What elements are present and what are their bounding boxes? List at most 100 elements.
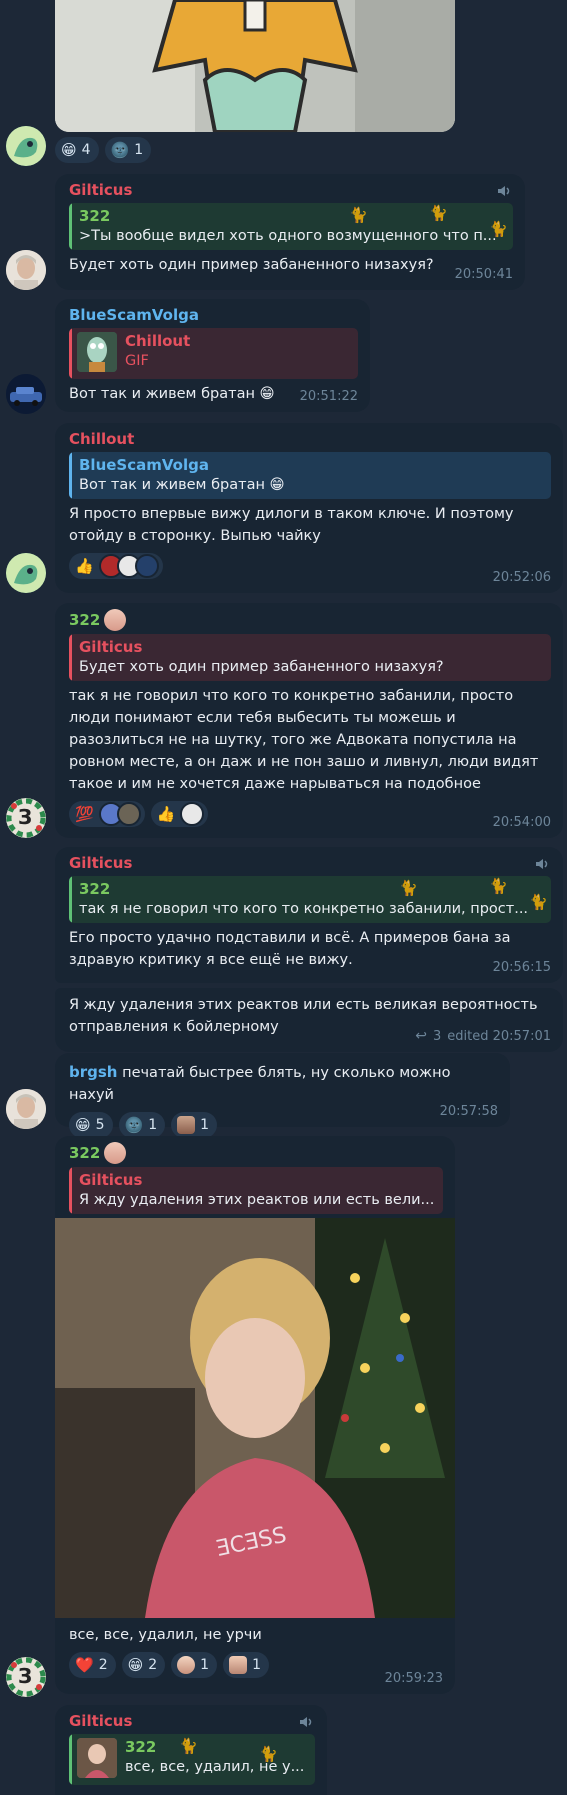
reply-text: Вот так и живем братан 😁 xyxy=(79,477,285,493)
sender-name[interactable]: Gilticus xyxy=(69,1711,315,1731)
reply-text: GIF xyxy=(125,353,149,369)
reply-sender: Chillout xyxy=(125,332,191,350)
message-bubble[interactable]: 322 Gilticus Будет хоть один пример заба… xyxy=(55,603,563,838)
reactions-row: 😁 4 🌚 1 xyxy=(55,137,152,163)
reply-text: Я жду удаления этих реактов или есть вел… xyxy=(79,1192,435,1208)
avatar-brgsh[interactable] xyxy=(6,1089,46,1129)
paw-icon: 🐈 xyxy=(179,1737,198,1755)
reply-text: >Ты вообще видел хоть одного возмущенног… xyxy=(79,228,497,244)
reaction-count: 2 xyxy=(148,1657,158,1673)
reaction-moon[interactable]: 🌚 1 xyxy=(118,1112,166,1138)
reaction-heart[interactable]: ❤️ 2 xyxy=(69,1652,116,1678)
sender-name[interactable]: Gilticus xyxy=(69,853,551,873)
reactor-avatars xyxy=(98,802,141,826)
message-bubble[interactable]: Я жду удаления этих реактов или есть вел… xyxy=(55,988,563,1052)
sender-name[interactable]: BlueScamVolga xyxy=(69,305,358,325)
timestamp: 20:59:23 xyxy=(384,1671,443,1686)
grin-icon: 😁 xyxy=(75,1115,91,1134)
reply-thumbnail xyxy=(77,332,117,372)
avatar-gilticus[interactable] xyxy=(6,250,46,290)
thumbs-up-icon: 👍 xyxy=(75,556,94,575)
voice-chat-icon xyxy=(300,1717,312,1727)
timestamp: 20:56:15 xyxy=(492,960,551,975)
voice-chat-icon xyxy=(498,186,510,196)
sender-name[interactable]: 322 xyxy=(69,610,100,630)
voice-chat-icon xyxy=(536,859,548,869)
reply-count[interactable]: 3 xyxy=(433,1029,441,1044)
sender-name[interactable]: brgsh xyxy=(69,1063,117,1081)
reply-quote[interactable]: Chillout GIF xyxy=(69,328,358,379)
reactions-row: 💯 👍 xyxy=(69,801,551,827)
paw-icon: 🐈 xyxy=(489,220,508,238)
heart-icon: ❤️ xyxy=(75,1655,94,1674)
sender-emoji-status xyxy=(104,609,127,631)
custom-emoji-icon xyxy=(229,1656,248,1674)
sticker-image xyxy=(55,0,455,132)
message-text: печатай быстрее блять, ну сколько можно … xyxy=(69,1065,451,1103)
moon-face-icon: 🌚 xyxy=(110,140,130,159)
message-bubble[interactable]: Gilticus 🐈 🐈 🐈 322 >Ты вообще видел хоть… xyxy=(55,174,525,290)
sticker-gif[interactable] xyxy=(55,0,455,132)
reply-sender: Gilticus xyxy=(79,638,143,656)
reply-quote[interactable]: 🐈 🐈 322 все, все, удалил, не у... xyxy=(69,1734,315,1785)
message-text: Будет хоть один пример забаненного низах… xyxy=(69,257,434,273)
message-meta: ↩ 3 edited 20:57:01 xyxy=(415,1028,551,1044)
message-bubble[interactable]: 322 Gilticus Я жду удаления этих реактов… xyxy=(55,1136,455,1694)
reactions-row: 👍 xyxy=(69,553,551,579)
reaction-custom-sticker[interactable]: 1 xyxy=(171,1112,218,1138)
message-bubble[interactable]: Gilticus 🐈 🐈 322 все, все, удалил, не у.… xyxy=(55,1705,327,1795)
reaction-count: 1 xyxy=(148,1117,158,1133)
reactor-avatar xyxy=(134,554,159,578)
reply-arrow-icon[interactable]: ↩ xyxy=(415,1028,427,1044)
reaction-hundred[interactable]: 💯 xyxy=(69,801,145,827)
reaction-custom-sticker[interactable]: 1 xyxy=(223,1652,270,1678)
message-text: так я не говорил что кого то конкретно з… xyxy=(69,688,539,792)
message-bubble[interactable]: brgsh печатай быстрее блять, ну сколько … xyxy=(55,1053,510,1138)
moon-face-icon: 🌚 xyxy=(124,1115,144,1134)
avatar-322[interactable]: З xyxy=(6,1657,46,1697)
message-bubble[interactable]: Chillout BlueScamVolga Вот так и живем б… xyxy=(55,423,563,593)
reaction-grin[interactable]: 😁 5 xyxy=(69,1112,113,1138)
paw-icon: 🐈 xyxy=(529,893,548,911)
timestamp: 20:52:06 xyxy=(492,570,551,585)
timestamp: 20:51:22 xyxy=(299,389,358,404)
reaction-thumbs-up[interactable]: 👍 xyxy=(150,801,209,827)
avatar-322[interactable]: З xyxy=(6,798,46,838)
paw-icon: 🐈 xyxy=(489,877,508,895)
custom-emoji-icon xyxy=(177,1116,196,1134)
reply-quote[interactable]: 🐈 🐈 🐈 322 >Ты вообще видел хоть одного в… xyxy=(69,203,513,250)
avatar-bluescamvolga[interactable] xyxy=(6,374,46,414)
reply-sender: Gilticus xyxy=(79,1171,143,1189)
reaction-moon[interactable]: 🌚 1 xyxy=(104,137,152,163)
reply-thumbnail xyxy=(77,1738,117,1778)
reaction-count: 1 xyxy=(200,1117,210,1133)
timestamp: 20:57:58 xyxy=(439,1104,498,1119)
message-bubble[interactable]: Gilticus 🐈 🐈 🐈 322 так я не говорил что … xyxy=(55,847,563,983)
avatar-letter: З xyxy=(18,805,33,829)
message-text-line: brgsh печатай быстрее блять, ну сколько … xyxy=(69,1062,498,1106)
hundred-icon: 💯 xyxy=(75,804,94,823)
reaction-custom-sticker[interactable]: 1 xyxy=(171,1652,218,1678)
thumbs-up-icon: 👍 xyxy=(156,804,176,823)
message-bubble[interactable]: BlueScamVolga Chillout GIF Вот так и жив… xyxy=(55,299,370,412)
reply-quote[interactable]: Gilticus Будет хоть один пример забаненн… xyxy=(69,634,551,681)
video-media[interactable]: ƎꓚƎꓢꓢ xyxy=(55,1218,455,1618)
reaction-grin[interactable]: 😁 4 xyxy=(55,137,99,163)
paw-icon: 🐈 xyxy=(349,206,368,224)
sender-name[interactable]: 322 xyxy=(69,1143,100,1163)
reply-quote[interactable]: BlueScamVolga Вот так и живем братан 😁 xyxy=(69,452,551,499)
reply-quote[interactable]: Gilticus Я жду удаления этих реактов или… xyxy=(69,1167,443,1214)
reactor-avatars xyxy=(98,554,159,578)
sender-name[interactable]: Gilticus xyxy=(69,180,513,200)
reaction-grin[interactable]: 😁 2 xyxy=(121,1652,166,1678)
reply-text: все, все, удалил, не у... xyxy=(125,1759,305,1775)
video-thumbnail: ƎꓚƎꓢꓢ xyxy=(55,1218,455,1618)
reaction-count: 1 xyxy=(134,142,144,158)
avatar-chillout[interactable] xyxy=(6,553,46,593)
paw-icon: 🐈 xyxy=(429,204,448,222)
sender-name[interactable]: Chillout xyxy=(69,429,551,449)
reply-text: так я не говорил что кого то конкретно з… xyxy=(79,901,529,917)
avatar-chillout[interactable] xyxy=(6,126,46,166)
reply-quote[interactable]: 🐈 🐈 🐈 322 так я не говорил что кого то к… xyxy=(69,876,551,923)
reaction-thumbs-up[interactable]: 👍 xyxy=(69,553,163,579)
